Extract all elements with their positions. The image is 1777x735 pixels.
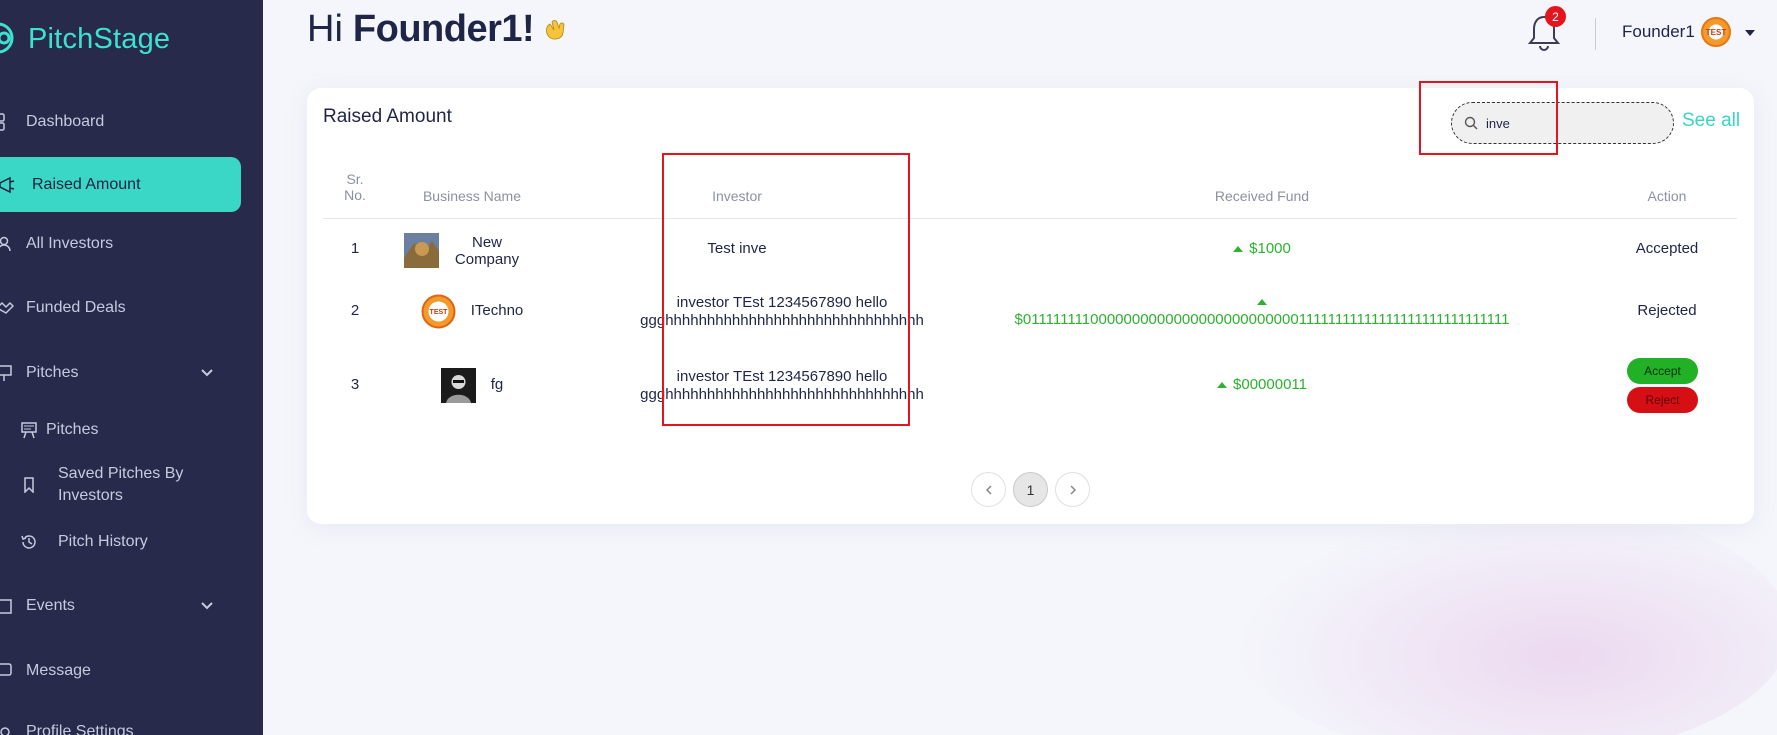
row-3-fund-value: $00000011 xyxy=(1233,376,1307,393)
row-3-business: fg xyxy=(490,376,504,393)
header-divider xyxy=(323,218,1737,219)
greeting-hi: Hi xyxy=(307,8,343,50)
megaphone-icon xyxy=(0,174,18,196)
history-icon xyxy=(18,531,40,553)
row-1-status: Accepted xyxy=(1635,240,1699,257)
user-name[interactable]: Founder1 xyxy=(1622,22,1695,42)
row-1-investor: Test inve xyxy=(707,240,767,257)
chevron-left-icon xyxy=(985,484,992,495)
card-title: Raised Amount xyxy=(323,106,452,127)
header-divider xyxy=(1595,18,1596,50)
column-header-investor: Investor xyxy=(712,188,762,204)
users-icon xyxy=(0,233,16,255)
search-input[interactable] xyxy=(1486,115,1656,131)
business-logo xyxy=(441,368,476,403)
sidebar-item-label: Funded Deals xyxy=(26,299,126,316)
business-logo: TEST xyxy=(421,294,456,329)
chat-icon xyxy=(0,660,16,682)
logo-test-text: TEST xyxy=(430,309,449,316)
column-header-sr-line2: No. xyxy=(344,187,366,203)
logo[interactable]: PitchStage xyxy=(0,14,170,64)
sidebar-item-message[interactable]: Message xyxy=(0,656,91,686)
sidebar-item-label: Profile Settings xyxy=(26,723,134,735)
caret-down-icon[interactable] xyxy=(1745,30,1755,36)
row-1-sr: 1 xyxy=(350,240,360,257)
row-3-fund: $00000011 xyxy=(1057,376,1467,393)
up-arrow-icon xyxy=(1217,382,1228,389)
row-2-fund: $011111111000000000000000000000000011111… xyxy=(957,293,1567,329)
see-all-link[interactable]: See all xyxy=(1682,110,1740,132)
sidebar-item-saved-pitches[interactable]: Saved Pitches By Investors xyxy=(24,463,208,507)
bookmark-icon xyxy=(18,474,40,496)
sidebar: PitchStage Dashboard Raised Amount All I… xyxy=(0,0,263,735)
sidebar-item-label: All Investors xyxy=(26,235,114,252)
row-2-business: ITechno xyxy=(470,302,524,319)
calendar-icon xyxy=(0,595,16,617)
row-3-investor: investor TEst 1234567890 hello ggghhhhhh… xyxy=(627,368,937,404)
row-1-fund: $1000 xyxy=(1057,240,1467,257)
greeting-name: Founder1! xyxy=(352,8,535,50)
sidebar-item-funded-deals[interactable]: Funded Deals xyxy=(0,293,126,323)
logo-icon xyxy=(0,22,14,54)
sidebar-item-pitches[interactable]: Pitches xyxy=(21,415,99,445)
pagination-next-button[interactable] xyxy=(1055,472,1090,507)
row-3-investor-line1: investor TEst 1234567890 hello xyxy=(676,368,888,385)
sidebar-item-label: Dashboard xyxy=(26,113,105,130)
logo-text: PitchStage xyxy=(28,22,171,55)
sidebar-item-raised-amount[interactable]: Raised Amount xyxy=(0,157,241,212)
up-arrow-icon xyxy=(1257,299,1267,306)
row-3-sr: 3 xyxy=(350,376,360,393)
waving-hand-icon xyxy=(546,19,565,39)
chevron-right-icon xyxy=(1069,484,1076,495)
sidebar-item-events[interactable]: Events xyxy=(0,591,213,621)
row-2-investor-line1: investor TEst 1234567890 hello xyxy=(676,294,888,311)
dashboard-icon xyxy=(0,111,16,133)
row-2-investor: investor TEst 1234567890 hello ggghhhhhh… xyxy=(627,294,937,330)
sidebar-item-label: Pitches xyxy=(46,421,99,438)
up-arrow-icon xyxy=(1233,246,1244,253)
notification-badge: 2 xyxy=(1545,6,1566,27)
presentation-board-icon xyxy=(18,419,40,441)
column-header-sr-line1: Sr. xyxy=(346,171,364,187)
sidebar-item-pitches-group[interactable]: Pitches xyxy=(0,358,213,388)
accept-button[interactable]: Accept xyxy=(1627,358,1698,384)
business-logo xyxy=(404,233,439,268)
sidebar-item-label: Pitches xyxy=(26,364,79,381)
raised-amount-card: Raised Amount See all Sr. No. Business N… xyxy=(307,88,1754,524)
sidebar-item-profile-settings[interactable]: Profile Settings xyxy=(0,717,134,735)
handshake-icon xyxy=(0,297,16,319)
column-header-received-fund: Received Fund xyxy=(1214,188,1310,204)
column-header-sr: Sr. No. xyxy=(335,171,375,203)
chevron-down-icon[interactable] xyxy=(200,599,214,613)
sidebar-item-label: Pitch History xyxy=(58,533,148,550)
row-2-investor-line2: ggghhhhhhhhhhhhhhhhhhhhhhhhhhhhhhh xyxy=(640,312,924,329)
search-box[interactable] xyxy=(1451,102,1674,144)
pagination-page-1[interactable]: 1 xyxy=(1013,472,1048,507)
settings-icon xyxy=(0,721,16,735)
row-1-business: New Company xyxy=(454,234,520,268)
sidebar-item-label: Saved Pitches By Investors xyxy=(58,465,184,504)
row-3-investor-line2: ggghhhhhhhhhhhhhhhhhhhhhhhhhhhhhhh xyxy=(640,386,924,403)
reject-button[interactable]: Reject xyxy=(1627,387,1698,413)
sidebar-item-pitch-history[interactable]: Pitch History xyxy=(21,527,148,557)
page-greeting: Hi Founder1! xyxy=(307,8,568,51)
row-2-status: Rejected xyxy=(1637,302,1697,319)
column-header-business: Business Name xyxy=(422,188,522,204)
presentation-icon xyxy=(0,362,16,384)
row-2-sr: 2 xyxy=(350,302,360,319)
row-1-fund-value: $1000 xyxy=(1249,240,1291,257)
column-header-action: Action xyxy=(1647,188,1687,204)
sidebar-item-label: Raised Amount xyxy=(32,175,141,193)
sidebar-item-dashboard[interactable]: Dashboard xyxy=(0,107,104,137)
search-icon xyxy=(1464,116,1478,130)
sidebar-item-all-investors[interactable]: All Investors xyxy=(0,229,113,259)
pagination-prev-button[interactable] xyxy=(971,472,1006,507)
row-2-fund-value: $011111111000000000000000000000000011111… xyxy=(1014,311,1510,328)
avatar[interactable]: TEST xyxy=(1701,17,1731,47)
sidebar-item-label: Message xyxy=(26,662,91,679)
background-decoration xyxy=(1230,500,1777,735)
chevron-down-icon[interactable] xyxy=(200,366,214,380)
sidebar-item-label: Events xyxy=(26,597,75,614)
